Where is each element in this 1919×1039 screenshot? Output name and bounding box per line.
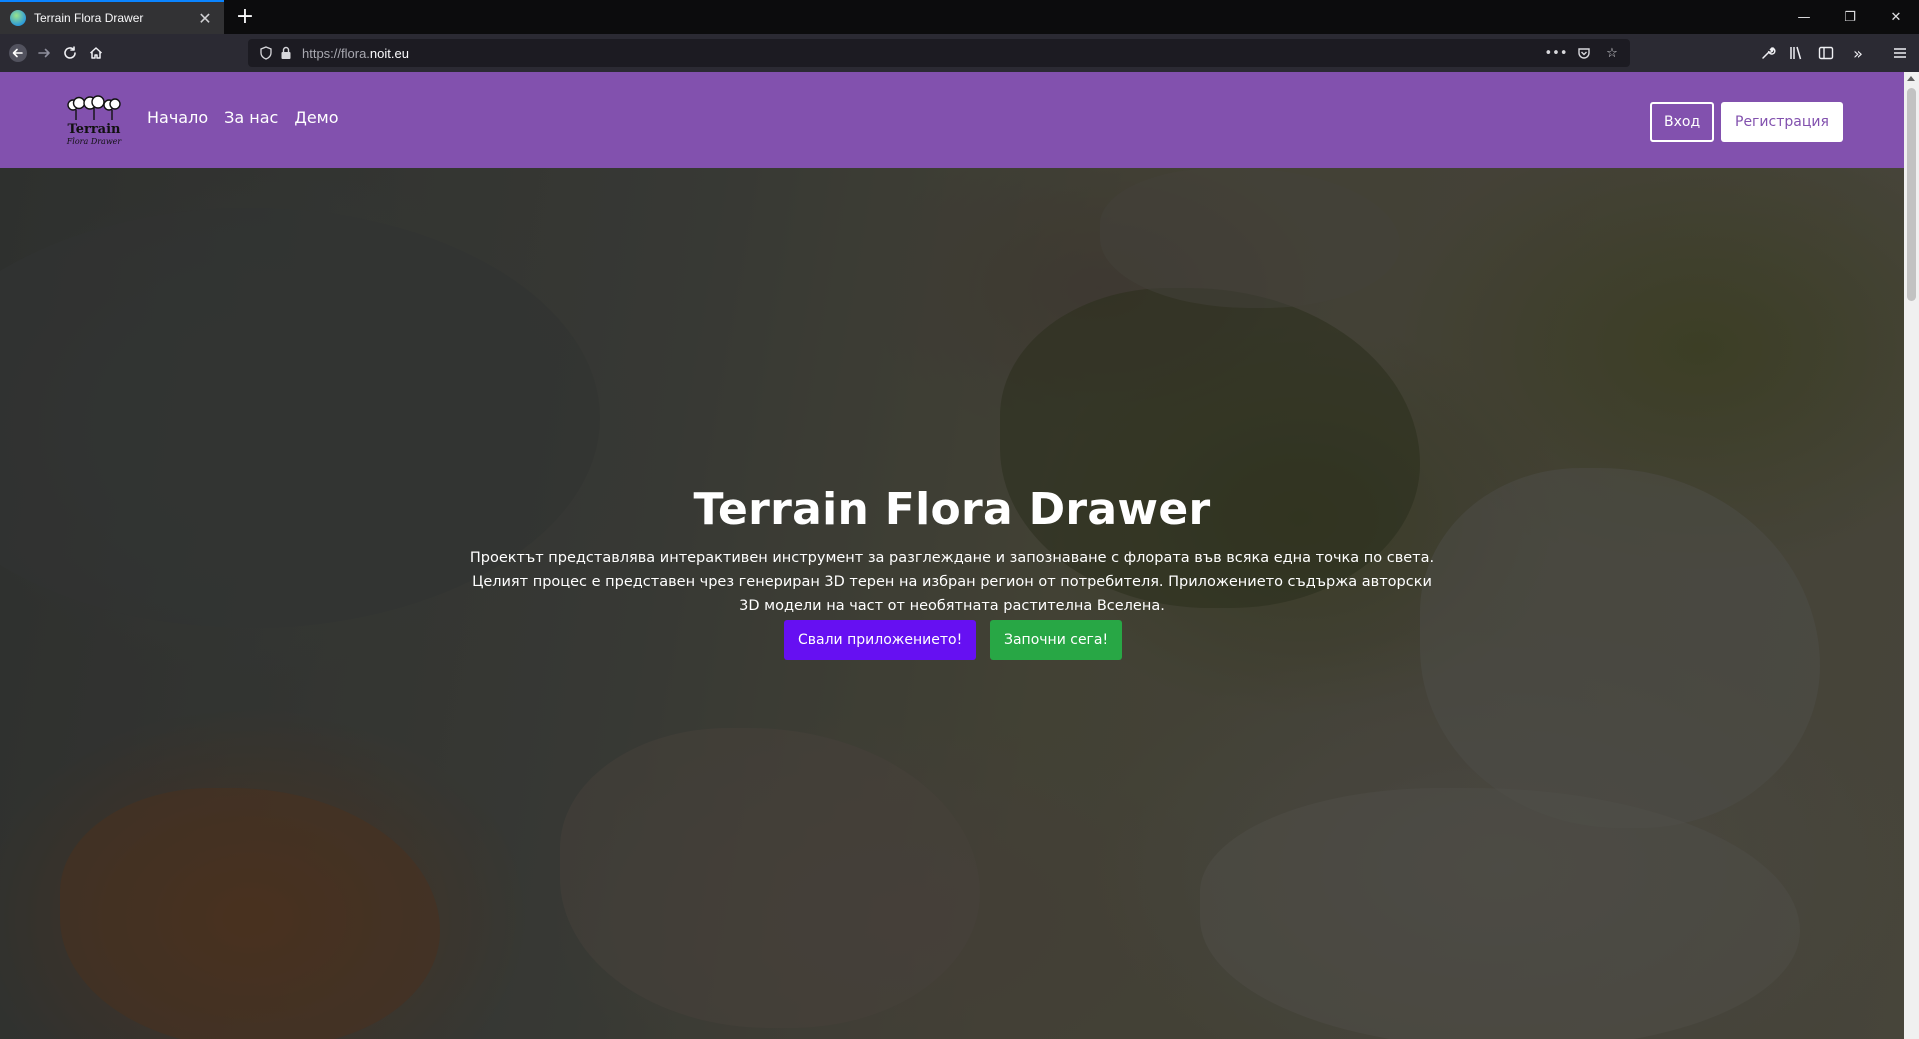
forward-icon[interactable] [32,41,56,65]
logo-title: Terrain [67,122,121,137]
browser-toolbar: https://flora.noit.eu ••• ☆ » [0,34,1919,72]
restore-icon[interactable]: ❐ [1827,0,1873,34]
new-tab-icon[interactable]: + [231,3,259,31]
nav-demo[interactable]: Демо [294,108,338,127]
start-now-button[interactable]: Започни сега! [990,620,1123,660]
back-icon[interactable] [6,41,30,65]
download-app-button[interactable]: Свали приложението! [784,620,977,660]
library-icon[interactable] [1784,41,1808,65]
main-nav: Начало За нас Демо [147,108,339,127]
pocket-icon[interactable] [1574,43,1594,63]
site-favicon-icon [10,10,26,26]
tab-title: Terrain Flora Drawer [34,11,144,25]
site-logo[interactable]: Terrain Flora Drawer [66,94,122,148]
star-icon[interactable]: ☆ [1602,43,1622,63]
hero-description: Проектът представлява интерактивен инстр… [452,546,1452,618]
window-controls: — ❐ ✕ [1781,0,1919,34]
hero-section: Terrain Flora Drawer Проектът представля… [0,168,1904,1039]
hero-description-line: 3D модели на част от необятната растител… [739,598,1165,614]
wrench-icon[interactable] [1756,41,1780,65]
hero-description-line: Проектът представлява интерактивен инстр… [469,550,1435,566]
home-icon[interactable] [84,41,108,65]
tab-bar: Terrain Flora Drawer ✕ + — ❐ ✕ [0,0,1919,34]
hero-content: Terrain Flora Drawer Проектът представля… [0,168,1904,1039]
hero-title: Terrain Flora Drawer [693,484,1211,535]
hero-description-line: Целият процес е представен чрез генерира… [472,574,1432,590]
more-icon[interactable]: ••• [1545,43,1568,63]
active-tab[interactable]: Terrain Flora Drawer ✕ [0,0,224,34]
close-tab-icon[interactable]: ✕ [196,9,214,28]
login-button[interactable]: Вход [1650,102,1715,142]
site-header: Terrain Flora Drawer Начало За нас Демо … [0,72,1904,168]
page-viewport: Terrain Flora Drawer Начало За нас Демо … [0,72,1904,1039]
nav-about[interactable]: За нас [224,108,278,127]
close-window-icon[interactable]: ✕ [1873,0,1919,34]
lock-icon[interactable] [276,43,296,63]
logo-subtitle: Flora Drawer [66,137,122,146]
shield-icon[interactable] [256,43,276,63]
overflow-icon[interactable]: » [1846,41,1870,65]
register-button[interactable]: Регистрация [1721,102,1843,142]
page-scrollbar[interactable] [1904,72,1919,1039]
trees-logo-icon [67,95,121,120]
menu-icon[interactable] [1888,41,1912,65]
scroll-thumb[interactable] [1907,88,1916,301]
url-bar[interactable]: https://flora.noit.eu ••• ☆ [248,39,1630,67]
nav-home[interactable]: Начало [147,108,208,127]
scroll-up-arrow-icon[interactable] [1907,76,1915,81]
minimize-icon[interactable]: — [1781,0,1827,34]
sidebar-icon[interactable] [1814,41,1838,65]
url-text: https://flora.noit.eu [302,45,409,61]
reload-icon[interactable] [58,41,82,65]
